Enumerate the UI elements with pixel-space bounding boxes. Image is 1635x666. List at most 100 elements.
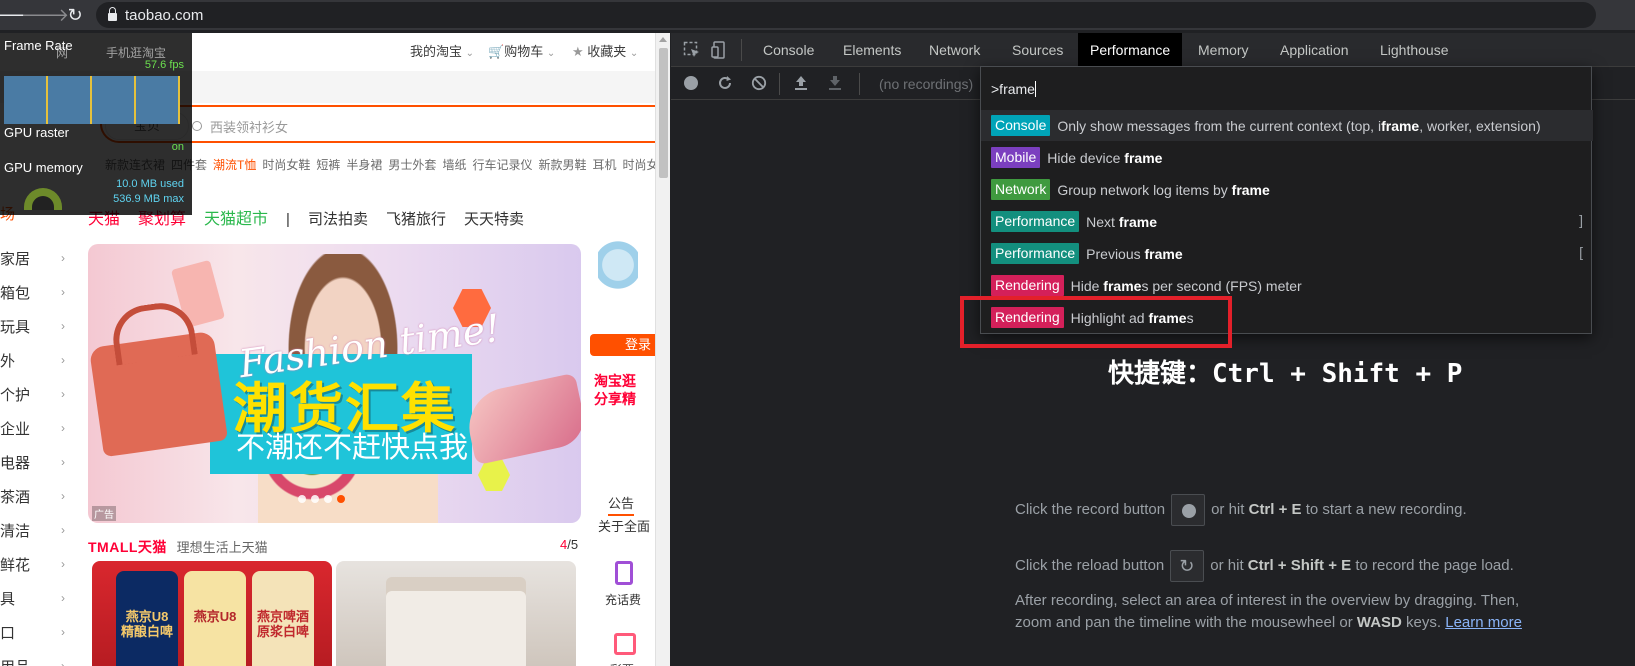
reload-icon[interactable]: ↻ bbox=[60, 0, 90, 30]
side-category-item[interactable]: 玩具 › bbox=[0, 309, 75, 343]
tab-performance[interactable]: Performance bbox=[1078, 33, 1183, 67]
ad-tag: 广告 bbox=[92, 506, 116, 521]
hint-shortcut: Ctrl + E bbox=[1248, 500, 1302, 518]
channel-link[interactable]: 司法拍卖 bbox=[308, 211, 368, 228]
reload-icon: ↻ bbox=[1179, 556, 1195, 576]
hot-word-link[interactable]: 时尚女鞋 bbox=[262, 158, 310, 172]
command-item[interactable]: Mobile Hide device frame bbox=[981, 142, 1593, 173]
page-scrollbar[interactable] bbox=[655, 33, 670, 666]
hot-word-link[interactable]: 墙纸 bbox=[442, 158, 466, 172]
command-item[interactable]: Network Group network log items by frame bbox=[981, 174, 1593, 205]
reload-record-icon[interactable] bbox=[717, 75, 733, 91]
record-icon[interactable] bbox=[683, 75, 699, 91]
scroll-up-icon[interactable] bbox=[659, 37, 667, 42]
hot-word-link[interactable]: 短裤 bbox=[316, 158, 340, 172]
command-item[interactable]: Performance Next frame] bbox=[981, 206, 1593, 237]
side-category-item[interactable]: 用品 › bbox=[0, 649, 75, 666]
command-text: Group network log items by bbox=[1057, 181, 1232, 198]
product-card-beer[interactable]: 燕京U8 精酿白啤 燕京U8 燕京啤酒 原浆白啤 bbox=[92, 561, 332, 666]
lottery-link[interactable]: 彩票 bbox=[610, 661, 634, 666]
can-label: 燕京U8 精酿白啤 bbox=[120, 609, 173, 639]
reload-hint-button[interactable]: ↻ bbox=[1170, 550, 1205, 582]
carousel-dot[interactable] bbox=[298, 495, 306, 503]
gpu-raster-label: GPU raster bbox=[4, 125, 70, 140]
side-category-item[interactable]: 具 › bbox=[0, 581, 75, 615]
product-card-bed[interactable] bbox=[336, 561, 576, 666]
tab-network[interactable]: Network bbox=[917, 33, 992, 67]
my-taobao-link[interactable]: 我的淘宝 ⌄ bbox=[410, 41, 474, 60]
chevron-right-icon: › bbox=[61, 251, 65, 265]
command-item[interactable]: Console Only show messages from the curre… bbox=[981, 110, 1593, 141]
tab-application[interactable]: Application bbox=[1268, 33, 1361, 67]
hot-word-link[interactable]: 行车记录仪 bbox=[472, 158, 532, 172]
promo-banner[interactable]: Fashion time! 潮货汇集 不潮还不赶快点我 广告 bbox=[88, 244, 581, 523]
device-toggle-icon[interactable] bbox=[711, 41, 729, 59]
hot-word-link[interactable]: 新款男鞋 bbox=[538, 158, 586, 172]
inspect-element-icon[interactable] bbox=[683, 41, 701, 59]
side-category-item[interactable]: 家居 › bbox=[0, 241, 75, 275]
side-category-item[interactable]: 口 › bbox=[0, 615, 75, 649]
carousel-dot[interactable] bbox=[324, 495, 332, 503]
shortcut-annotation: 快捷键：Ctrl + Shift + P bbox=[1108, 359, 1463, 389]
sneaker-image bbox=[461, 372, 581, 466]
chevron-right-icon: › bbox=[61, 319, 65, 333]
favorites-link[interactable]: ★ 收藏夹 ⌄ bbox=[572, 41, 638, 60]
tmall-logo: TMALL天猫 bbox=[88, 539, 167, 555]
page-indicator: 4/5 bbox=[560, 537, 578, 552]
address-bar[interactable]: taobao.com bbox=[96, 2, 1596, 28]
search-placeholder: 西装领衬衫女 bbox=[210, 120, 289, 135]
clear-icon[interactable] bbox=[751, 75, 767, 91]
side-category-item[interactable]: 外 › bbox=[0, 343, 75, 377]
channel-link[interactable]: 天猫超市 bbox=[204, 211, 268, 228]
forward-arrow-icon[interactable]: 🡒 bbox=[21, 0, 69, 30]
record-hint-button[interactable] bbox=[1171, 494, 1206, 526]
chevron-right-icon: › bbox=[61, 625, 65, 639]
gpu-memory-used: 10.0 MB used bbox=[116, 178, 184, 190]
side-category-item[interactable]: 个护 › bbox=[0, 377, 75, 411]
command-query: >frame bbox=[991, 81, 1035, 97]
tab-memory[interactable]: Memory bbox=[1186, 33, 1261, 67]
timeline-hint-line2: zoom and pan the timeline with the mouse… bbox=[1015, 614, 1522, 631]
notice-item[interactable]: 关于全面 bbox=[598, 516, 650, 535]
hot-word-link[interactable]: 半身裙 bbox=[346, 158, 382, 172]
download-icon[interactable] bbox=[827, 75, 843, 91]
divider bbox=[741, 39, 742, 61]
chevron-right-icon: › bbox=[61, 659, 65, 666]
cart-link[interactable]: 🛒购物车 ⌄ bbox=[488, 41, 555, 60]
carousel-dot[interactable] bbox=[311, 495, 319, 503]
hot-word-link[interactable]: 时尚女包 bbox=[623, 158, 656, 172]
recordings-select[interactable]: (no recordings) bbox=[879, 76, 973, 92]
login-button[interactable]: 登录 bbox=[590, 334, 655, 356]
command-palette: >frame Console Only show messages from th… bbox=[980, 66, 1593, 334]
hot-word-link[interactable]: 男士外套 bbox=[388, 158, 436, 172]
side-category-item[interactable]: 箱包 › bbox=[0, 275, 75, 309]
tab-elements[interactable]: Elements bbox=[831, 33, 913, 67]
upload-icon[interactable] bbox=[793, 75, 809, 91]
side-category-item[interactable]: 茶酒 › bbox=[0, 479, 75, 513]
notice-tab[interactable]: 公告 bbox=[608, 493, 635, 516]
channel-link[interactable]: 天天特卖 bbox=[464, 211, 524, 228]
side-categories: 家居›箱包›玩具›外›个护›企业›电器›茶酒›清洁›鲜花›具›口›用品› bbox=[0, 241, 75, 666]
side-category-item[interactable]: 清洁 › bbox=[0, 513, 75, 547]
channel-link[interactable]: 飞猪旅行 bbox=[386, 211, 446, 228]
side-category-item[interactable]: 鲜花 › bbox=[0, 547, 75, 581]
command-shortcut: [ bbox=[1579, 244, 1583, 260]
learn-more-link[interactable]: Learn more bbox=[1445, 614, 1522, 631]
tab-console[interactable]: Console bbox=[751, 33, 826, 67]
side-category-item[interactable]: 企业 › bbox=[0, 411, 75, 445]
carousel-dot-active[interactable] bbox=[337, 495, 345, 503]
hint-text: zoom and pan the timeline with the mouse… bbox=[1015, 614, 1353, 631]
side-category-label: 电器 bbox=[0, 454, 31, 472]
tab-lighthouse[interactable]: Lighthouse bbox=[1368, 33, 1461, 67]
hot-word-link[interactable]: 耳机 bbox=[592, 158, 616, 172]
command-item[interactable]: Performance Previous frame [ bbox=[981, 238, 1593, 269]
recharge-link[interactable]: 充话费 bbox=[605, 591, 641, 608]
hot-word-link[interactable]: 潮流T恤 bbox=[213, 158, 256, 172]
tab-sources[interactable]: Sources bbox=[1000, 33, 1075, 67]
hint-text: or hit bbox=[1210, 556, 1244, 574]
side-category-item[interactable]: 电器 › bbox=[0, 445, 75, 479]
command-input[interactable]: >frame bbox=[991, 81, 1036, 97]
scroll-thumb[interactable] bbox=[659, 48, 668, 178]
command-match: frame bbox=[1144, 245, 1183, 262]
side-category-label: 具 bbox=[0, 590, 16, 608]
